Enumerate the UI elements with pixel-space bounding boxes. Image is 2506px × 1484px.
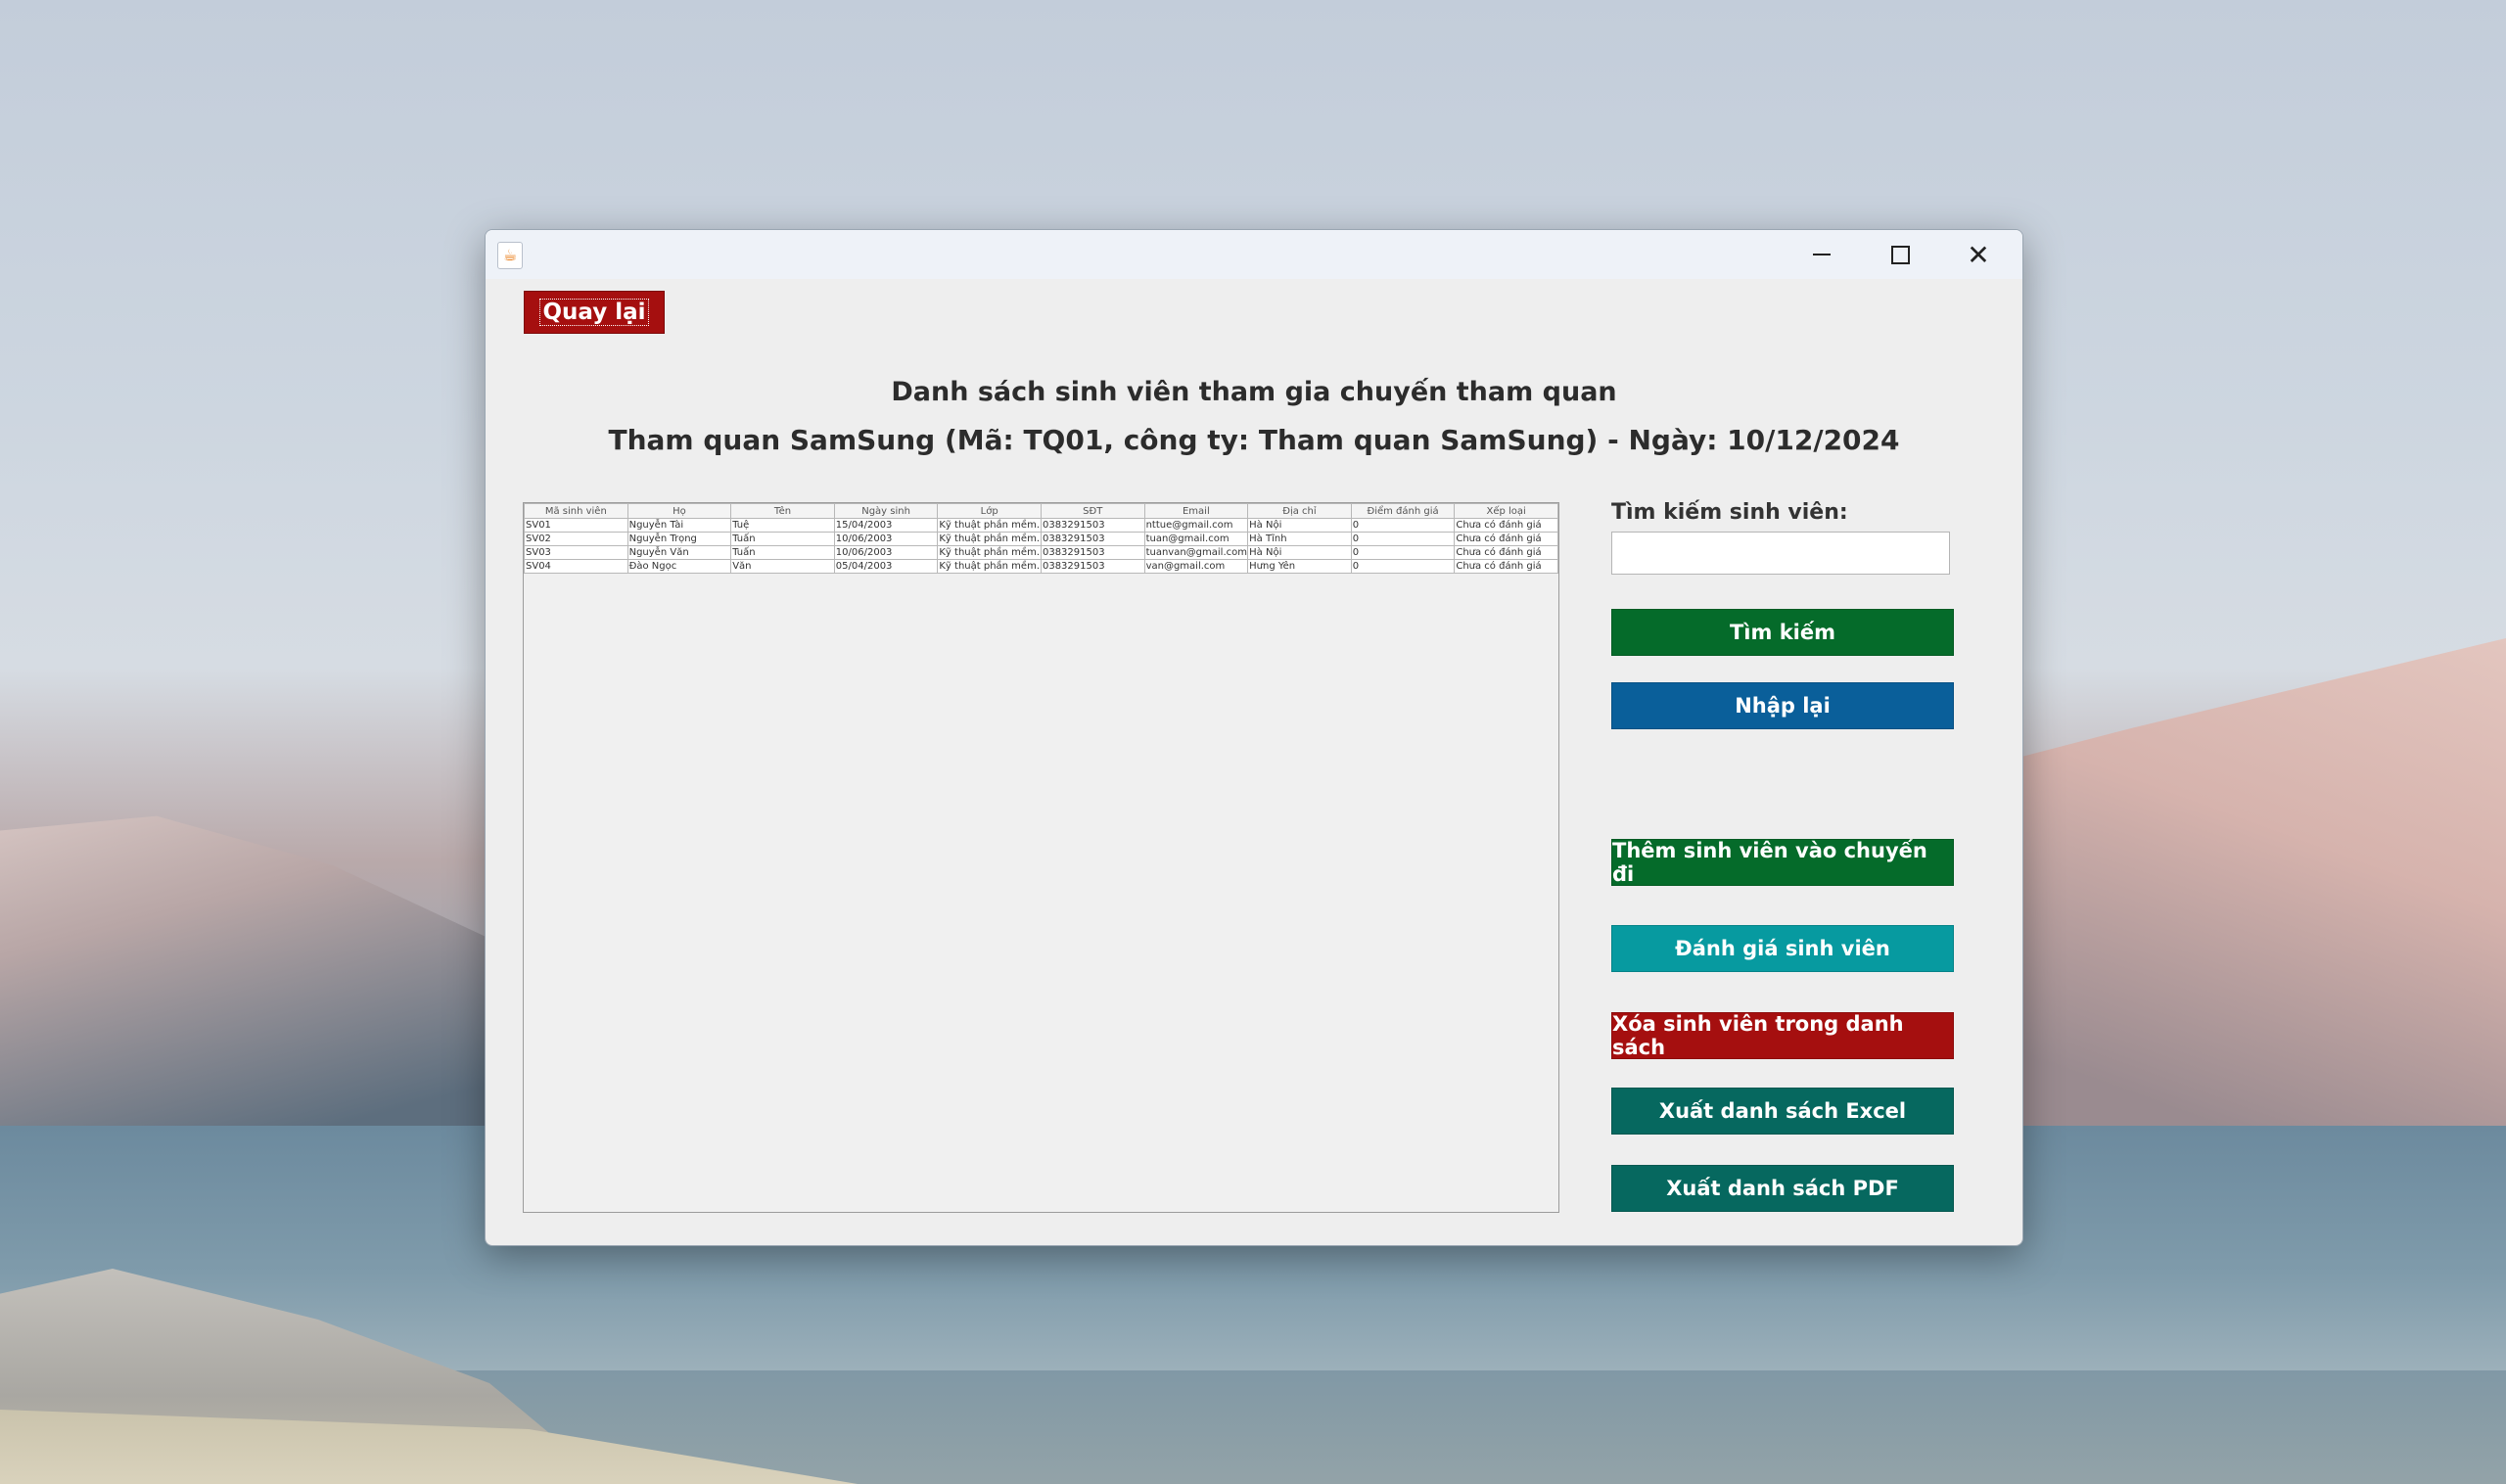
table-cell[interactable]: Hà Nội	[1247, 545, 1352, 560]
table-row[interactable]: SV01 Nguyễn Tài Tuệ 15/04/2003 Kỹ thuật …	[524, 518, 1558, 533]
table-cell[interactable]: Nguyễn Trọng	[626, 532, 732, 546]
table-cell[interactable]: Tuấn	[730, 545, 835, 560]
reset-button[interactable]: Nhập lại	[1611, 682, 1954, 729]
column-header[interactable]: Họ	[626, 503, 732, 519]
back-button-label: Quay lại	[539, 299, 649, 326]
page-title: Danh sách sinh viên tham gia chuyến tham…	[891, 377, 1617, 407]
table-cell[interactable]: Nguyễn Tài	[626, 518, 732, 533]
table-cell[interactable]: 0383291503	[1040, 545, 1145, 560]
table-row[interactable]: SV04 Đào Ngọc Văn 05/04/2003 Kỹ thuật ph…	[524, 559, 1558, 574]
search-button[interactable]: Tìm kiếm	[1611, 609, 1954, 656]
student-table-panel[interactable]: Mã sinh viên Họ Tên Ngày sinh Lớp SĐT Em…	[523, 502, 1559, 1213]
close-button[interactable]: ✕	[1944, 230, 2013, 279]
table-cell[interactable]: SV04	[524, 559, 628, 574]
column-header[interactable]: Lớp	[937, 503, 1042, 519]
table-cell[interactable]: SV03	[524, 545, 628, 560]
delete-student-button[interactable]: Xóa sinh viên trong danh sách	[1611, 1012, 1954, 1059]
table-cell[interactable]: Văn	[730, 559, 835, 574]
table-cell[interactable]: 0	[1350, 518, 1456, 533]
table-cell[interactable]: tuanvan@gmail.com	[1143, 545, 1249, 560]
export-excel-button[interactable]: Xuất danh sách Excel	[1611, 1088, 1954, 1135]
table-cell[interactable]: Kỹ thuật phần mềm...	[937, 532, 1042, 546]
column-header[interactable]: Email	[1143, 503, 1249, 519]
student-table: Mã sinh viên Họ Tên Ngày sinh Lớp SĐT Em…	[524, 503, 1558, 574]
table-row[interactable]: SV02 Nguyễn Trọng Tuấn 10/06/2003 Kỹ thu…	[524, 532, 1558, 546]
table-header-row: Mã sinh viên Họ Tên Ngày sinh Lớp SĐT Em…	[524, 503, 1558, 519]
table-cell[interactable]: nttue@gmail.com	[1143, 518, 1249, 533]
java-icon[interactable]: ☕	[497, 242, 523, 269]
table-cell[interactable]: Kỹ thuật phần mềm...	[937, 559, 1042, 574]
app-window: ☕ ✕ Quay lại Danh sách sinh viên tham gi…	[485, 229, 2023, 1246]
table-cell[interactable]: Chưa có đánh giá	[1454, 532, 1558, 546]
close-icon: ✕	[1967, 238, 1990, 271]
table-cell[interactable]: 0383291503	[1040, 518, 1145, 533]
table-cell[interactable]: tuan@gmail.com	[1143, 532, 1249, 546]
table-cell[interactable]: 0	[1350, 545, 1456, 560]
table-cell[interactable]: Hà Nội	[1247, 518, 1352, 533]
maximize-button[interactable]	[1866, 230, 1934, 279]
table-cell[interactable]: Chưa có đánh giá	[1454, 518, 1558, 533]
search-input[interactable]	[1611, 532, 1950, 575]
table-cell[interactable]: 0383291503	[1040, 532, 1145, 546]
table-cell[interactable]: Kỹ thuật phần mềm...	[937, 545, 1042, 560]
table-cell[interactable]: Hà Tĩnh	[1247, 532, 1352, 546]
minimize-icon	[1813, 254, 1831, 255]
table-cell[interactable]: SV02	[524, 532, 628, 546]
table-cell[interactable]: 0383291503	[1040, 559, 1145, 574]
table-cell[interactable]: Chưa có đánh giá	[1454, 559, 1558, 574]
minimize-button[interactable]	[1787, 230, 1856, 279]
table-cell[interactable]: Hưng Yên	[1247, 559, 1352, 574]
trip-subtitle: Tham quan SamSung (Mã: TQ01, công ty: Th…	[608, 424, 1900, 456]
table-cell[interactable]: 05/04/2003	[833, 559, 939, 574]
maximize-icon	[1890, 245, 1910, 264]
table-cell[interactable]: Nguyễn Văn	[626, 545, 732, 560]
column-header[interactable]: Địa chỉ	[1247, 503, 1352, 519]
table-cell[interactable]: 0	[1350, 532, 1456, 546]
table-cell[interactable]: Kỹ thuật phần mềm...	[937, 518, 1042, 533]
column-header[interactable]: Ngày sinh	[833, 503, 939, 519]
table-cell[interactable]: van@gmail.com	[1143, 559, 1249, 574]
title-bar[interactable]: ☕ ✕	[486, 230, 2022, 279]
table-row[interactable]: SV03 Nguyễn Văn Tuấn 10/06/2003 Kỹ thuật…	[524, 545, 1558, 560]
column-header[interactable]: Tên	[730, 503, 835, 519]
table-cell[interactable]: Chưa có đánh giá	[1454, 545, 1558, 560]
column-header[interactable]: SĐT	[1040, 503, 1145, 519]
export-pdf-button[interactable]: Xuất danh sách PDF	[1611, 1165, 1954, 1212]
back-button[interactable]: Quay lại	[524, 291, 665, 334]
column-header[interactable]: Mã sinh viên	[524, 503, 628, 519]
evaluate-student-button[interactable]: Đánh giá sinh viên	[1611, 925, 1954, 972]
column-header[interactable]: Xếp loại	[1454, 503, 1558, 519]
table-cell[interactable]: 10/06/2003	[833, 532, 939, 546]
table-cell[interactable]: Đào Ngọc	[626, 559, 732, 574]
add-student-button[interactable]: Thêm sinh viên vào chuyến đi	[1611, 839, 1954, 886]
table-cell[interactable]: Tuệ	[730, 518, 835, 533]
table-cell[interactable]: SV01	[524, 518, 628, 533]
table-cell[interactable]: 0	[1350, 559, 1456, 574]
column-header[interactable]: Điểm đánh giá	[1350, 503, 1456, 519]
table-cell[interactable]: 10/06/2003	[833, 545, 939, 560]
table-cell[interactable]: 15/04/2003	[833, 518, 939, 533]
table-cell[interactable]: Tuấn	[730, 532, 835, 546]
search-label: Tìm kiếm sinh viên:	[1611, 500, 1848, 525]
